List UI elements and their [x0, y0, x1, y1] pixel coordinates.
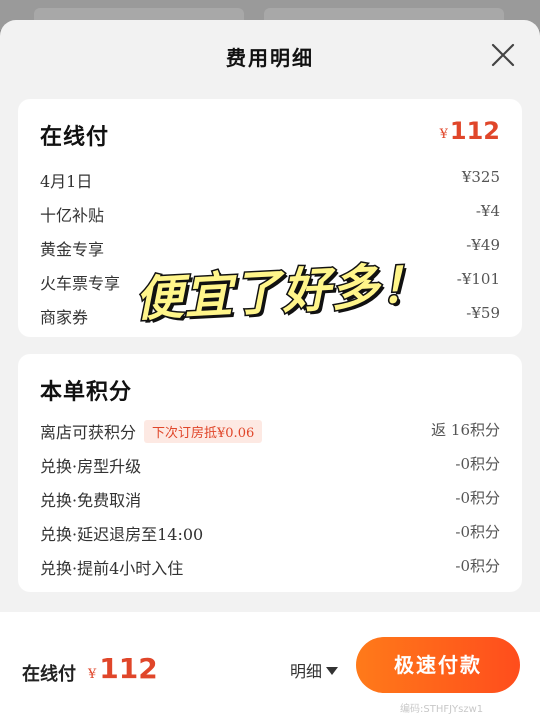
payment-row: 十亿补贴 -¥4: [40, 198, 500, 228]
points-row-value: -0积分: [455, 557, 500, 575]
points-row-value: -0积分: [455, 523, 500, 541]
points-row-value: 返 16积分: [431, 421, 500, 439]
sheet-header: 费用明细: [0, 20, 540, 90]
points-row: 兑换·提前4小时入住 -0积分: [40, 551, 500, 581]
payment-row-label: 火车票专享: [40, 274, 121, 293]
close-icon: [491, 43, 515, 67]
bottom-total-value: 112: [99, 652, 158, 685]
points-title: 本单积分: [40, 379, 133, 405]
close-button[interactable]: [490, 42, 516, 68]
points-row: 兑换·免费取消 -0积分: [40, 483, 500, 513]
points-row-value: -0积分: [455, 455, 500, 473]
bottom-total-amount: ¥112: [88, 652, 158, 685]
caret-down-icon: [326, 667, 339, 675]
payment-row-value: ¥325: [461, 168, 500, 186]
detail-toggle-button[interactable]: 明细: [290, 658, 339, 682]
points-row: 离店可获积分 下次订房抵¥0.06 返 16积分: [40, 415, 500, 445]
detail-toggle-label: 明细: [290, 662, 323, 681]
payment-row-label: 十亿补贴: [40, 206, 105, 225]
points-row-label: 兑换·提前4小时入住: [40, 559, 184, 578]
payment-row: 4月1日 ¥325: [40, 164, 500, 194]
payment-amount: ¥112: [440, 117, 500, 145]
points-row-label: 兑换·延迟退房至14:00: [40, 525, 204, 544]
payment-row-value: -¥4: [475, 202, 500, 220]
points-row-label: 兑换·房型升级: [40, 457, 142, 476]
points-card: 本单积分 离店可获积分 下次订房抵¥0.06 返 16积分 兑换·房型升级 -0积…: [18, 354, 522, 592]
watermark: 编码:STHFJYszw1: [400, 704, 484, 715]
currency-symbol: ¥: [88, 667, 97, 682]
currency-symbol: ¥: [439, 127, 448, 142]
points-row-label: 离店可获积分 下次订房抵¥0.06: [40, 419, 263, 443]
payment-row-label: 4月1日: [40, 172, 93, 191]
payment-amount-value: 112: [449, 117, 500, 145]
points-row: 兑换·房型升级 -0积分: [40, 449, 500, 479]
points-row-label-text: 离店可获积分: [40, 423, 137, 442]
payment-row-value: -¥49: [466, 236, 500, 254]
points-row-value: -0积分: [455, 489, 500, 507]
bottom-pay-label: 在线付: [22, 664, 76, 685]
payment-row-value: -¥101: [456, 270, 500, 288]
payment-row-label: 黄金专享: [40, 240, 105, 259]
payment-row-value: -¥59: [466, 304, 500, 322]
express-pay-button[interactable]: 极速付款: [356, 637, 520, 693]
points-row: 兑换·延迟退房至14:00 -0积分: [40, 517, 500, 547]
overlay-sticker-text: 便宜了好多！: [132, 255, 432, 329]
points-deduction-tag: 下次订房抵¥0.06: [144, 420, 263, 443]
payment-row-label: 商家券: [40, 308, 89, 327]
points-row-label: 兑换·免费取消: [40, 491, 142, 510]
sheet-title: 费用明细: [226, 46, 314, 70]
bottom-pay-bar: 在线付 ¥112 明细 极速付款 编码:STHFJYszw1: [0, 612, 540, 720]
payment-title: 在线付: [40, 124, 110, 150]
